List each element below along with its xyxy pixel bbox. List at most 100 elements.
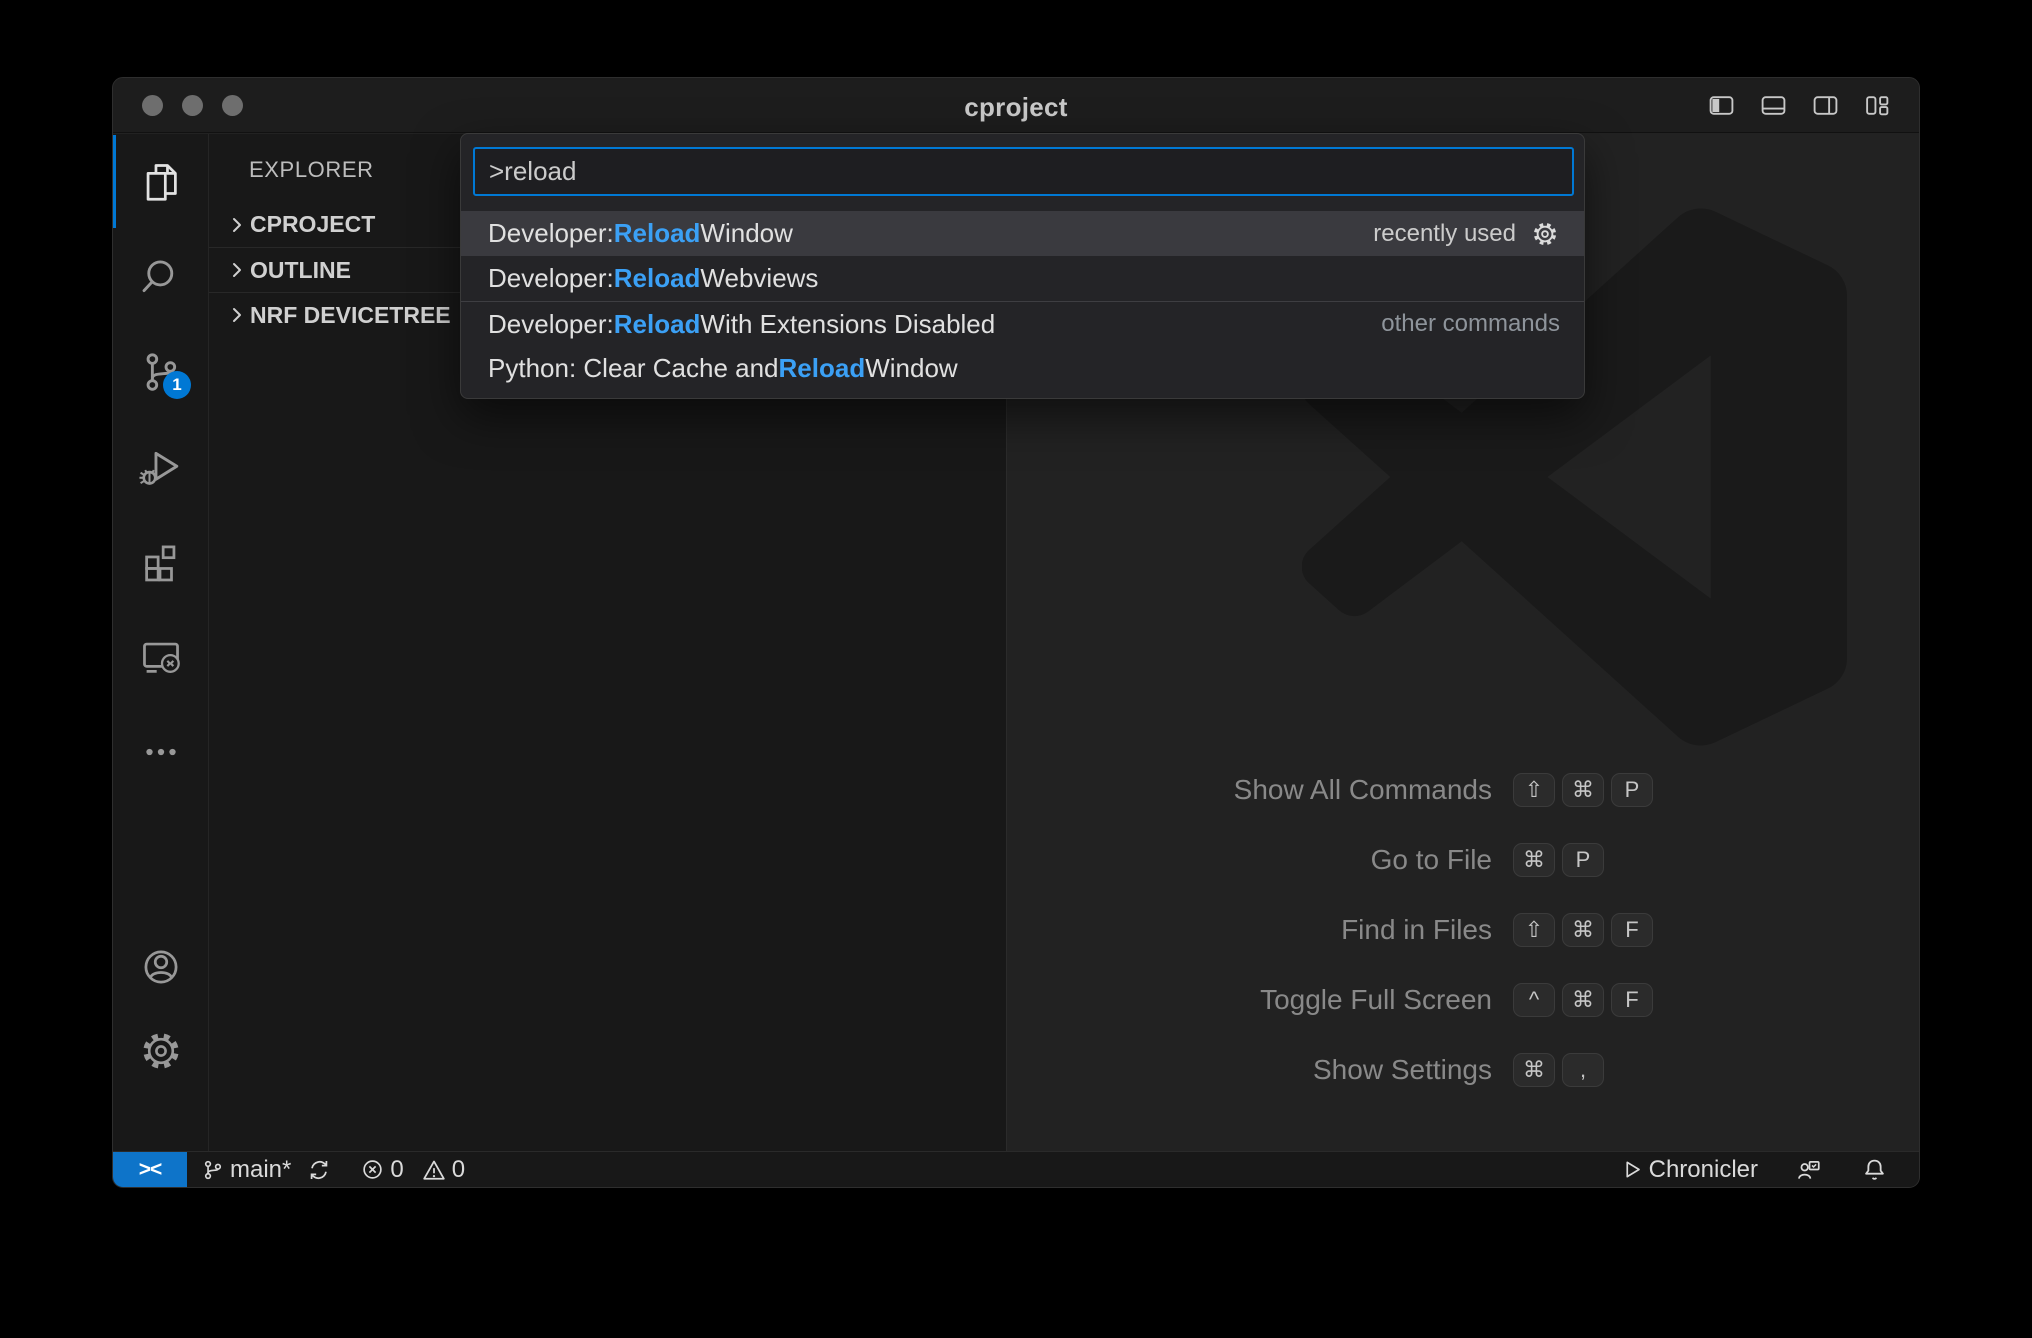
shortcut-label: Show Settings [1007,1054,1492,1086]
gear-icon [138,1028,184,1074]
shortcut-label: Go to File [1007,844,1492,876]
command-text: Window [700,218,792,249]
toggle-secondary-sidebar-icon[interactable] [1812,90,1839,120]
keycap-letter: F [1611,983,1653,1017]
configure-keybinding-gear-icon[interactable] [1530,219,1560,249]
remote-indicator[interactable]: >< [113,1152,187,1188]
shortcut-row: Find in Files ⇧ ⌘ F [1007,910,1919,950]
keycap-cmd: ⌘ [1513,843,1555,877]
account-icon [138,944,184,990]
accounts-button[interactable] [113,925,209,1009]
more-ellipsis-icon [138,729,184,775]
command-item-reload-webviews[interactable]: Developer: Reload Webviews [461,256,1584,301]
keycap-shift: ⇧ [1513,773,1555,807]
command-item-reload-extensions-disabled[interactable]: Developer: Reload With Extensions Disabl… [461,301,1584,346]
sidebar-item-extensions[interactable] [113,514,209,609]
shortcut-row: Show Settings ⌘ , [1007,1050,1919,1090]
chevron-right-icon [226,304,248,326]
desktop: cproject [0,0,2032,1338]
git-branch-icon [202,1159,224,1181]
activity-bar-bottom [113,925,209,1151]
sidebar-item-run-debug[interactable] [113,419,209,514]
shortcut-label: Toggle Full Screen [1007,984,1492,1016]
status-bar-right: Chronicler [1622,1152,1919,1187]
toggle-sidebar-icon[interactable] [1708,90,1735,120]
command-text: With Extensions Disabled [700,309,995,340]
keycap-letter: P [1562,843,1604,877]
scm-changes-badge: 1 [163,371,191,399]
command-text-match: Reload [614,218,701,249]
layout-controls [1708,90,1891,120]
customize-layout-icon[interactable] [1864,90,1891,120]
command-text: Window [865,353,957,384]
warning-count: 0 [452,1156,465,1184]
command-palette: Developer: Reload Window recently used D… [460,133,1585,399]
command-item-python-clear-cache[interactable]: Python: Clear Cache and Reload Window [461,346,1584,391]
group-label-recently-used: recently used [1373,220,1516,248]
branch-name: main* [230,1156,291,1184]
sidebar-item-remote-explorer[interactable] [113,609,209,704]
run-debug-icon [138,444,184,490]
files-icon [138,159,184,205]
sync-icon[interactable] [307,1158,331,1182]
keycap-cmd: ⌘ [1562,773,1604,807]
errors-icon [361,1158,384,1181]
keycap-letter: F [1611,913,1653,947]
command-item-reload-window[interactable]: Developer: Reload Window recently used [461,211,1584,256]
remote-explorer-icon [138,634,184,680]
title-bar: cproject [113,78,1919,133]
keycap-shift: ⇧ [1513,913,1555,947]
problems-status-item[interactable]: 0 0 [361,1156,465,1184]
feedback-icon[interactable] [1796,1157,1822,1183]
branch-status-item[interactable]: main* [202,1156,331,1184]
chronicler-status-item[interactable]: Chronicler [1622,1156,1758,1184]
extensions-icon [138,539,184,585]
section-label: OUTLINE [250,257,351,284]
command-text: Python: Clear Cache and [488,353,779,384]
vscode-window: cproject [112,77,1920,1188]
toggle-panel-icon[interactable] [1760,90,1787,120]
activity-bar: 1 [113,134,209,1151]
sidebar-item-explorer[interactable] [113,134,209,229]
sidebar-item-more[interactable] [113,704,209,799]
shortcut-row: Go to File ⌘ P [1007,840,1919,880]
command-palette-input[interactable] [473,147,1574,196]
section-label: NRF DEVICETREE [250,302,451,329]
shortcut-row: Toggle Full Screen ^ ⌘ F [1007,980,1919,1020]
command-text: Webviews [700,263,818,294]
group-label-other-commands: other commands [1381,310,1560,338]
command-text-match: Reload [614,263,701,294]
status-bar: >< main* 0 [113,1151,1919,1187]
sidebar-title: EXPLORER [249,152,374,188]
warnings-icon [422,1158,446,1182]
keycap-ctrl: ^ [1513,983,1555,1017]
keycap-letter: P [1611,773,1653,807]
command-text: Developer: [488,218,614,249]
command-text-match: Reload [779,353,866,384]
command-list: Developer: Reload Window recently used D… [461,211,1584,391]
sidebar-item-search[interactable] [113,229,209,324]
window-title: cproject [113,92,1919,123]
command-text: Developer: [488,263,614,294]
search-icon [138,254,184,300]
chronicler-label: Chronicler [1649,1156,1758,1184]
keycap-comma: , [1562,1053,1604,1087]
shortcut-label: Show All Commands [1007,774,1492,806]
keycap-cmd: ⌘ [1562,983,1604,1017]
chevron-right-icon [226,259,248,281]
keycap-cmd: ⌘ [1513,1053,1555,1087]
keycap-cmd: ⌘ [1562,913,1604,947]
watermark-shortcuts: Show All Commands ⇧ ⌘ P Go to File ⌘ P [1007,770,1919,1120]
shortcut-label: Find in Files [1007,914,1492,946]
play-icon [1622,1159,1643,1180]
command-text: Developer: [488,309,614,340]
command-text-match: Reload [614,309,701,340]
section-label: CPROJECT [250,211,375,238]
chevron-right-icon [226,214,248,236]
status-bar-left: >< main* 0 [113,1152,465,1187]
error-count: 0 [390,1156,403,1184]
notifications-bell-icon[interactable] [1862,1157,1887,1182]
settings-button[interactable] [113,1009,209,1093]
sidebar-item-source-control[interactable]: 1 [113,324,209,419]
shortcut-row: Show All Commands ⇧ ⌘ P [1007,770,1919,810]
